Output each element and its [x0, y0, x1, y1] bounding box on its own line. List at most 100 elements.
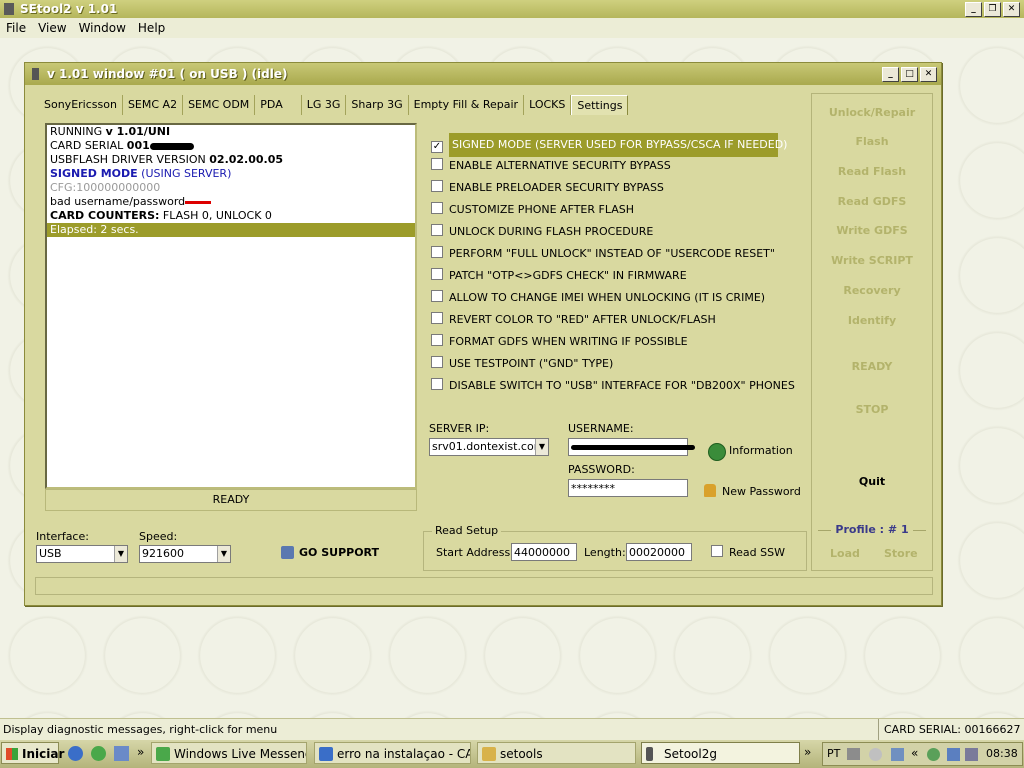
read-ssw-checkbox[interactable]: Read SSW: [711, 545, 785, 559]
option-testpoint[interactable]: USE TESTPOINT ("GND" TYPE): [431, 353, 795, 375]
profile-store-button[interactable]: Store: [884, 547, 918, 560]
tab-settings[interactable]: Settings: [571, 95, 629, 115]
option-patch-otp[interactable]: PATCH "OTP<>GDFS CHECK" IN FIRMWARE: [431, 265, 795, 287]
task-ie-window[interactable]: erro na instalaçao - CARD...: [314, 742, 471, 764]
length-label: Length:: [584, 546, 626, 559]
option-full-unlock[interactable]: PERFORM "FULL UNLOCK" INSTEAD OF "USERCO…: [431, 243, 795, 265]
go-support-button[interactable]: GO SUPPORT: [299, 546, 379, 559]
new-password-link[interactable]: New Password: [722, 485, 801, 498]
taskbar: Iniciar » Windows Live Messenger erro na…: [0, 740, 1024, 768]
menu-file[interactable]: File: [0, 18, 32, 38]
menu-window[interactable]: Window: [73, 18, 132, 38]
log-line: CARD SERIAL 001: [47, 139, 415, 153]
messenger-tray-icon[interactable]: [927, 748, 940, 761]
write-gdfs-button[interactable]: Write GDFS: [812, 224, 932, 237]
username-input[interactable]: [568, 438, 695, 456]
profile-label: Profile : # 1: [831, 523, 913, 536]
menu-help[interactable]: Help: [132, 18, 171, 38]
option-customize-phone[interactable]: CUSTOMIZE PHONE AFTER FLASH: [431, 199, 795, 221]
chevron-down-icon: ▼: [114, 546, 127, 562]
profile-load-button[interactable]: Load: [830, 547, 860, 560]
option-unlock-during-flash[interactable]: UNLOCK DURING FLASH PROCEDURE: [431, 221, 795, 243]
start-button[interactable]: Iniciar: [1, 742, 64, 764]
read-setup-title: Read Setup: [432, 524, 502, 537]
ready-button[interactable]: READY: [812, 360, 932, 373]
tray-chevron-icon[interactable]: «: [911, 746, 918, 760]
log-line: SIGNED MODE (USING SERVER): [50, 167, 232, 180]
menu-view[interactable]: View: [32, 18, 72, 38]
log-status: READY: [45, 489, 417, 511]
password-label: PASSWORD:: [568, 463, 635, 476]
tray-tool-icon[interactable]: [891, 748, 904, 761]
system-tray: PT « 08:38: [822, 742, 1023, 766]
identify-button[interactable]: Identify: [812, 314, 932, 327]
stop-button[interactable]: STOP: [812, 403, 932, 416]
language-indicator[interactable]: PT: [827, 747, 840, 760]
flash-button[interactable]: Flash: [812, 135, 932, 148]
taskbar-chevron-icon[interactable]: »: [804, 745, 811, 759]
tab-semc-odm[interactable]: SEMC ODM: [183, 95, 256, 115]
tab-strip: SonyEricsson SEMC A2 SEMC ODM PDA LG 3G …: [39, 95, 629, 115]
messenger-icon[interactable]: [91, 746, 106, 761]
option-format-gdfs[interactable]: FORMAT GDFS WHEN WRITING IF POSSIBLE: [431, 331, 795, 353]
child-title: v 1.01 window #01 ( on USB ) (idle): [47, 67, 288, 81]
child-title-bar: v 1.01 window #01 ( on USB ) (idle) _ □ …: [25, 63, 941, 85]
quicklaunch-icon[interactable]: [114, 746, 129, 761]
options-list: ✓ SIGNED MODE (SERVER USED FOR BYPASS/CSC…: [431, 133, 795, 397]
option-alt-security-bypass[interactable]: ENABLE ALTERNATIVE SECURITY BYPASS: [431, 155, 795, 177]
tab-locks[interactable]: LOCKS: [524, 95, 572, 115]
option-revert-color[interactable]: REVERT COLOR TO "RED" AFTER UNLOCK/FLASH: [431, 309, 795, 331]
ie-icon[interactable]: [68, 746, 83, 761]
log-panel[interactable]: RUNNING v 1.01/UNI CARD SERIAL 001 USBFL…: [45, 123, 417, 489]
log-line: CARD COUNTERS: FLASH 0, UNLOCK 0: [50, 209, 272, 222]
interface-select[interactable]: USB ▼: [36, 545, 128, 563]
volume-icon[interactable]: [965, 748, 978, 761]
restore-button[interactable]: ❐: [984, 2, 1001, 17]
tab-semc-a2[interactable]: SEMC A2: [123, 95, 184, 115]
recovery-button[interactable]: Recovery: [812, 284, 932, 297]
support-icon: [281, 546, 294, 559]
length-input[interactable]: [626, 543, 692, 561]
password-input[interactable]: [568, 479, 688, 497]
log-line: bad username/password: [47, 195, 415, 209]
minimize-button[interactable]: _: [965, 2, 982, 17]
redaction-mark: [185, 200, 212, 204]
task-windows-live-messenger[interactable]: Windows Live Messenger: [151, 742, 307, 764]
option-disable-usb-switch[interactable]: DISABLE SWITCH TO "USB" INTERFACE FOR "D…: [431, 375, 795, 397]
child-close-button[interactable]: ✕: [920, 67, 937, 82]
tab-empty-fill-repair[interactable]: Empty Fill & Repair: [409, 95, 525, 115]
lock-icon: [704, 484, 716, 497]
unlock-repair-button[interactable]: Unlock/Repair: [812, 106, 932, 119]
interface-label: Interface:: [36, 530, 89, 543]
speed-label: Speed:: [139, 530, 178, 543]
network-icon[interactable]: [947, 748, 960, 761]
child-minimize-button[interactable]: _: [882, 67, 899, 82]
option-change-imei[interactable]: ALLOW TO CHANGE IMEI WHEN UNLOCKING (IT …: [431, 287, 795, 309]
child-maximize-button[interactable]: □: [901, 67, 918, 82]
read-flash-button[interactable]: Read Flash: [812, 165, 932, 178]
tab-sharp-3g[interactable]: Sharp 3G: [346, 95, 409, 115]
server-ip-select[interactable]: srv01.dontexist.com ▼: [429, 438, 549, 456]
tab-pda[interactable]: PDA: [255, 95, 302, 115]
tray-app-icon[interactable]: [847, 748, 860, 760]
log-line: USBFLASH DRIVER VERSION 02.02.00.05: [50, 153, 284, 166]
information-link[interactable]: Information: [729, 444, 793, 457]
status-divider: [878, 719, 879, 741]
quicklaunch-chevron-icon[interactable]: »: [137, 745, 144, 759]
read-gdfs-button[interactable]: Read GDFS: [812, 195, 932, 208]
close-button[interactable]: ✕: [1003, 2, 1020, 17]
cd-icon[interactable]: [869, 748, 882, 761]
log-line: CFG:100000000000: [50, 181, 161, 194]
speed-select[interactable]: 921600 ▼: [139, 545, 231, 563]
tab-lg-3g[interactable]: LG 3G: [302, 95, 347, 115]
option-preloader-bypass[interactable]: ENABLE PRELOADER SECURITY BYPASS: [431, 177, 795, 199]
task-setools-folder[interactable]: setools: [477, 742, 636, 764]
quit-button[interactable]: Quit: [812, 475, 932, 488]
task-setool2g[interactable]: Setool2g: [641, 742, 800, 764]
option-signed-mode[interactable]: ✓ SIGNED MODE (SERVER USED FOR BYPASS/CSC…: [431, 133, 795, 157]
server-ip-label: SERVER IP:: [429, 422, 490, 435]
profile-label-wrap: Profile : # 1: [812, 523, 932, 536]
write-script-button[interactable]: Write SCRIPT: [812, 254, 932, 267]
tab-sonyericsson[interactable]: SonyEricsson: [39, 95, 123, 115]
start-address-input[interactable]: [511, 543, 577, 561]
